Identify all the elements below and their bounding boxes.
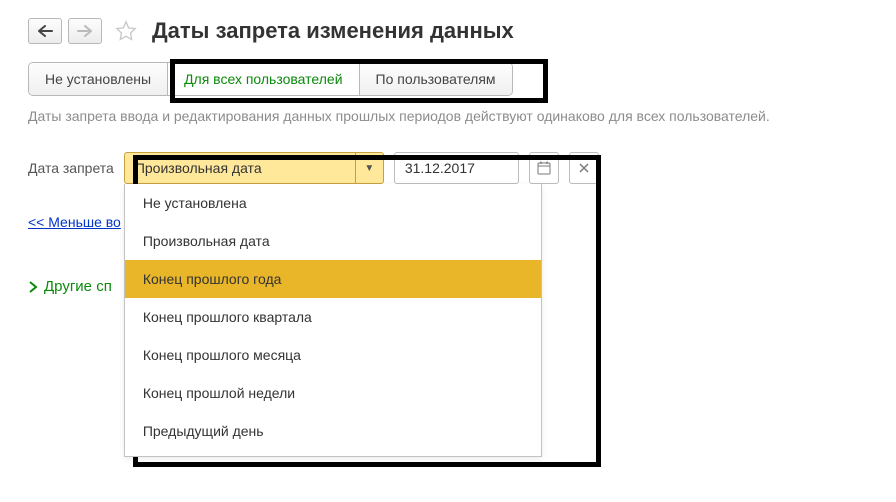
forward-button[interactable]: [68, 18, 102, 44]
page-title: Даты запрета изменения данных: [152, 18, 514, 44]
back-button[interactable]: [28, 18, 62, 44]
less-options-link[interactable]: << Меньше во: [28, 214, 121, 230]
annotation-marker: [170, 59, 548, 103]
dropdown-option[interactable]: Конец прошлого квартала: [125, 298, 541, 336]
dropdown-option[interactable]: Конец прошлого года: [125, 260, 541, 298]
dropdown-option[interactable]: Конец прошлого месяца: [125, 336, 541, 374]
tab-not-set[interactable]: Не установлены: [29, 63, 168, 95]
date-label: Дата запрета: [28, 160, 114, 176]
dropdown-option[interactable]: Произвольная дата: [125, 222, 541, 260]
dropdown-option[interactable]: Предыдущий день: [125, 412, 541, 450]
description-text: Даты запрета ввода и редактирования данн…: [28, 108, 868, 124]
dropdown-option[interactable]: Конец прошлой недели: [125, 374, 541, 412]
dropdown-option[interactable]: Не установлена: [125, 184, 541, 222]
date-mode-dropdown-list: Не установлена Произвольная дата Конец п…: [124, 184, 542, 457]
favorite-star-icon[interactable]: [114, 19, 138, 43]
chevron-right-icon: [28, 281, 38, 293]
